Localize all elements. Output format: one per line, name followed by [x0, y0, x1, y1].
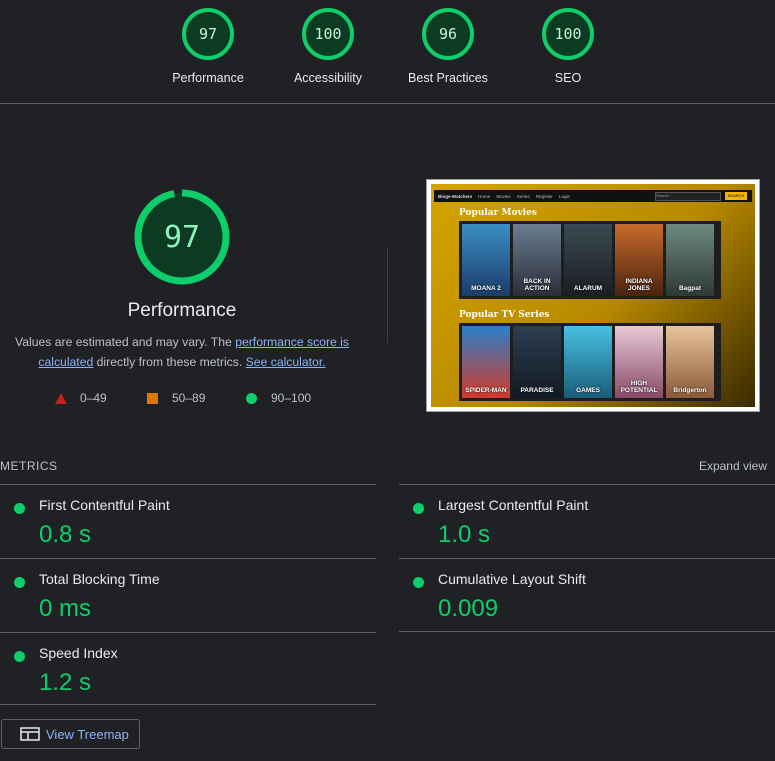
desc-text-1: Values are estimated and may vary. The: [15, 335, 236, 349]
performance-gauge: 97: [133, 188, 231, 286]
metric-value: 1.2 s: [39, 669, 92, 696]
metric-cumulative-layout-shift: Cumulative Layout Shift 0.009: [399, 558, 775, 633]
legend-pass-label: 90–100: [271, 391, 312, 405]
metric-name: Largest Contentful Paint: [438, 497, 589, 513]
metrics-bottom-divider-right: [399, 631, 775, 632]
pass-circle-icon: [246, 392, 257, 404]
screenshot-nav-link: Movies: [496, 193, 511, 199]
screenshot-search-button: SEARCH: [725, 192, 747, 200]
metric-name: First Contentful Paint: [39, 497, 170, 513]
metric-largest-contentful-paint: Largest Contentful Paint 1.0 s: [399, 484, 775, 559]
gauge-seo-label: SEO: [554, 71, 582, 85]
metric-first-contentful-paint: First Contentful Paint 0.8 s: [0, 484, 376, 559]
movie-poster: ALARUM: [564, 224, 612, 296]
pass-circle-icon: [413, 503, 424, 514]
gauge-performance-score: 97: [182, 8, 234, 60]
view-treemap-label: View Treemap: [46, 726, 129, 742]
performance-description: Values are estimated and may vary. The p…: [0, 332, 364, 372]
screenshot-page: Binge-Watchers Home Movies Series Regist…: [431, 184, 755, 407]
screenshot-series-heading: Popular TV Series: [459, 310, 550, 320]
treemap-icon: [20, 727, 40, 741]
movie-poster: MOANA 2: [462, 224, 510, 296]
screenshot-search-box: Search...: [655, 192, 721, 201]
screenshot-movies-row: MOANA 2 BACK IN ACTION ALARUM INDIANA JO…: [459, 221, 721, 299]
score-summary-row: 97 Performance 100 Accessibility 96 Best…: [0, 0, 775, 104]
gauge-best-practices-label: Best Practices: [408, 71, 488, 85]
movie-poster: INDIANA JONES: [615, 224, 663, 296]
screenshot-nav-link: Series: [516, 193, 530, 199]
metrics-heading: METRICS: [0, 459, 58, 473]
metric-value: 0.009: [438, 595, 499, 622]
legend-average-label: 50–89: [172, 391, 206, 405]
pass-circle-icon: [14, 651, 25, 662]
gauge-seo-score: 100: [542, 8, 594, 60]
gauge-accessibility-score: 100: [302, 8, 354, 60]
pass-circle-icon: [14, 577, 25, 588]
legend-pass: 90–100: [246, 391, 311, 405]
legend-average: 50–89: [147, 391, 205, 405]
section-divider: [387, 248, 388, 343]
metrics-bottom-divider: [0, 704, 376, 705]
final-screenshot[interactable]: Binge-Watchers Home Movies Series Regist…: [426, 179, 760, 412]
metric-total-blocking-time: Total Blocking Time 0 ms: [0, 558, 376, 633]
gauge-best-practices[interactable]: 96 Best Practices: [388, 8, 508, 85]
expand-view-toggle[interactable]: Expand view: [699, 459, 767, 473]
performance-score: 97: [163, 219, 201, 255]
pass-circle-icon: [413, 577, 424, 588]
gauge-seo[interactable]: 100 SEO: [508, 8, 628, 85]
metric-name: Speed Index: [39, 645, 118, 661]
metric-name: Cumulative Layout Shift: [438, 571, 586, 587]
gauge-accessibility[interactable]: 100 Accessibility: [268, 8, 388, 85]
average-square-icon: [147, 392, 158, 404]
series-poster: PARADISE: [513, 326, 561, 398]
view-treemap-button[interactable]: View Treemap: [1, 719, 140, 749]
legend-fail-label: 0–49: [80, 391, 107, 405]
movie-poster: BACK IN ACTION: [513, 224, 561, 296]
performance-title: Performance: [127, 300, 237, 321]
series-poster: SPIDER-MAN: [462, 326, 510, 398]
series-poster: GAMES: [564, 326, 612, 398]
screenshot-movies-heading: Popular Movies: [459, 208, 537, 218]
see-calculator-link[interactable]: See calculator.: [246, 355, 326, 369]
metric-name: Total Blocking Time: [39, 571, 160, 587]
gauge-best-practices-score: 96: [422, 8, 474, 60]
screenshot-nav-link: Home: [478, 193, 491, 199]
metric-value: 0 ms: [39, 595, 92, 622]
pass-circle-icon: [14, 503, 25, 514]
metric-value: 0.8 s: [39, 521, 92, 548]
series-poster: HIGH POTENTIAL: [615, 326, 663, 398]
gauge-accessibility-label: Accessibility: [293, 71, 363, 85]
series-poster: Bridgerton: [666, 326, 714, 398]
movie-poster: Bagpat: [666, 224, 714, 296]
screenshot-brand: Binge-Watchers: [438, 193, 473, 199]
legend-fail: 0–49: [55, 391, 107, 405]
desc-text-2: directly from these metrics.: [93, 355, 246, 369]
screenshot-nav-links: Home Movies Series Register Login: [478, 194, 575, 199]
screenshot-series-row: SPIDER-MAN PARADISE GAMES HIGH POTENTIAL…: [459, 323, 721, 401]
screenshot-nav-link: Login: [558, 193, 570, 199]
metric-value: 1.0 s: [438, 521, 491, 548]
screenshot-nav-link: Register: [535, 193, 553, 199]
fail-triangle-icon: [55, 392, 67, 404]
gauge-performance[interactable]: 97 Performance: [148, 8, 268, 85]
gauge-performance-label: Performance: [172, 71, 244, 85]
metric-speed-index: Speed Index 1.2 s: [0, 632, 376, 707]
